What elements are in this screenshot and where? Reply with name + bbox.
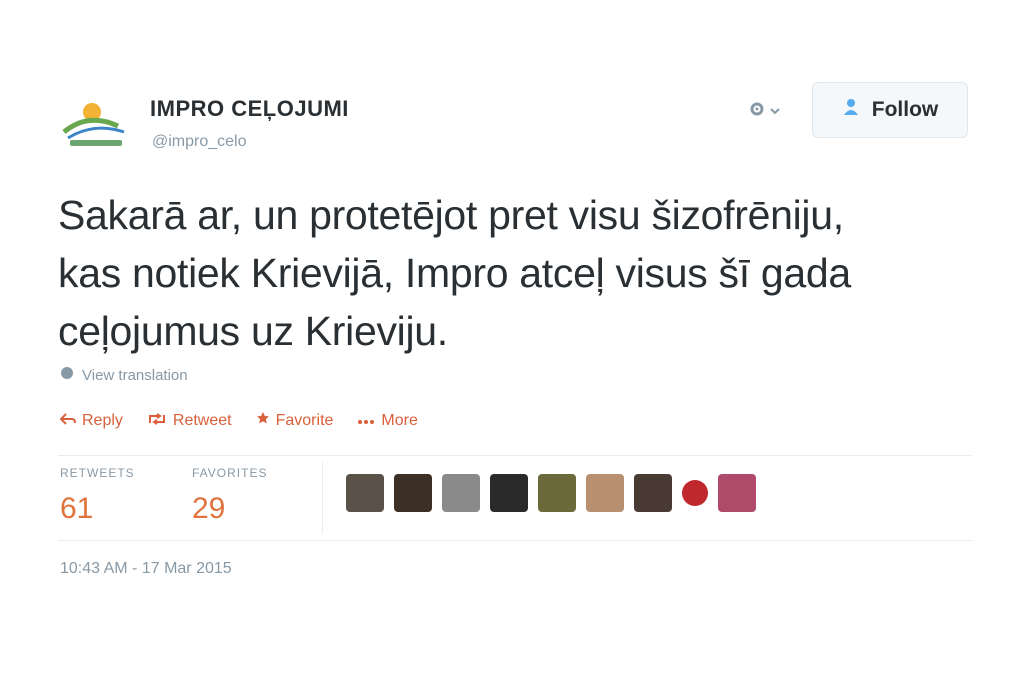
follow-label: Follow <box>871 98 939 121</box>
favoriter-avatar[interactable] <box>634 474 672 512</box>
reply-icon <box>59 412 76 430</box>
star-icon <box>256 411 270 430</box>
divider <box>58 455 972 456</box>
favoriter-avatar[interactable] <box>442 474 480 512</box>
favoriter-avatar[interactable] <box>394 474 432 512</box>
favoriter-avatars <box>346 474 756 512</box>
divider <box>58 540 972 541</box>
settings-menu[interactable] <box>748 98 796 124</box>
display-name[interactable]: IMPRO CEĻOJUMI <box>150 96 349 122</box>
avatar[interactable] <box>58 92 134 154</box>
favorite-label: Favorite <box>275 411 334 429</box>
favorite-button[interactable]: Favorite <box>256 411 334 430</box>
more-label: More <box>381 411 418 429</box>
tweet-line: ceļojumus uz Krieviju. <box>58 308 448 354</box>
retweets-label: RETWEETS <box>60 466 135 480</box>
tweet-text: Sakarā ar, un protetējot pret visu šizof… <box>58 186 988 360</box>
follow-button[interactable]: Follow <box>812 82 968 138</box>
tweet-actions: Reply Retweet Favorite More <box>59 411 418 430</box>
reply-label: Reply <box>82 411 123 429</box>
ellipsis-icon <box>357 412 375 430</box>
view-translation-link[interactable]: View translation <box>60 366 188 384</box>
tweet-line: Sakarā ar, un protetējot pret visu šizof… <box>58 192 844 238</box>
tweet-line: kas notiek Krievijā, Impro atceļ visus š… <box>58 250 851 296</box>
gear-icon <box>748 100 766 123</box>
favoriter-avatar[interactable] <box>346 474 384 512</box>
favoriter-avatar[interactable] <box>538 474 576 512</box>
tweet-timestamp[interactable]: 10:43 AM - 17 Mar 2015 <box>60 560 232 578</box>
user-handle[interactable]: @impro_celo <box>152 133 247 151</box>
tweet-card: IMPRO CEĻOJUMI @impro_celo Follow Sakarā… <box>0 0 1024 683</box>
reply-button[interactable]: Reply <box>59 411 123 430</box>
chevron-down-icon <box>770 102 780 120</box>
favorites-count: 29 <box>192 492 226 525</box>
favoriter-avatar[interactable] <box>586 474 624 512</box>
stats-divider <box>322 462 323 534</box>
favorites-label: FAVORITES <box>192 466 268 480</box>
add-user-icon <box>842 97 862 123</box>
retweet-button[interactable]: Retweet <box>147 411 232 430</box>
globe-icon <box>60 366 74 384</box>
retweet-label: Retweet <box>172 411 232 429</box>
more-button[interactable]: More <box>357 411 418 430</box>
favorites-stat[interactable]: FAVORITES 29 <box>192 466 267 526</box>
favoriter-avatar[interactable] <box>490 474 528 512</box>
retweets-stat[interactable]: RETWEETS 61 <box>60 466 135 526</box>
favoriter-avatar[interactable] <box>682 480 708 506</box>
retweet-icon <box>147 412 167 430</box>
favoriter-avatar[interactable] <box>718 474 756 512</box>
translation-label: View translation <box>82 366 188 384</box>
retweets-count: 61 <box>60 492 94 525</box>
